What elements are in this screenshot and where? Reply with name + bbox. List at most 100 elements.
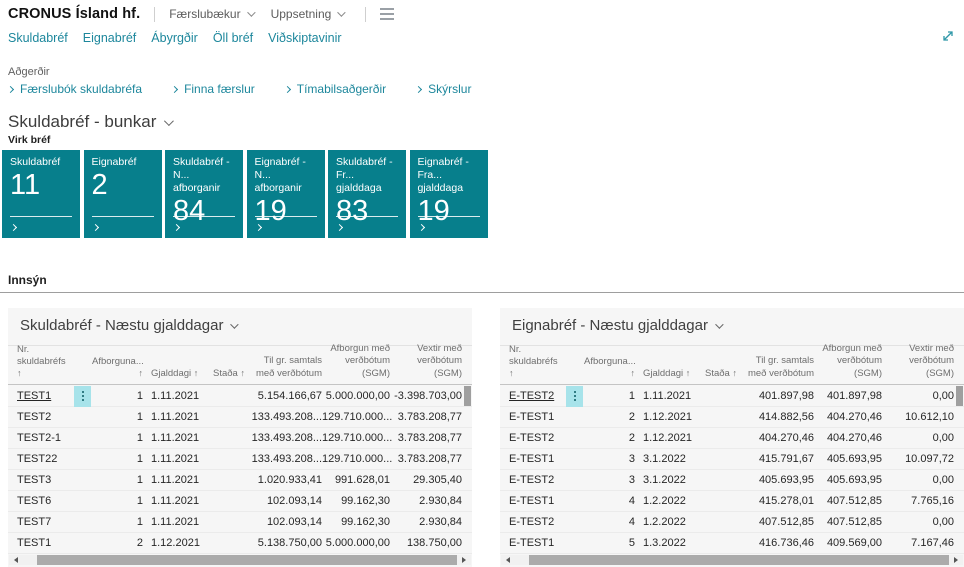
record-link[interactable]: E-TEST2 bbox=[509, 516, 554, 528]
table-row[interactable]: E-TEST1 3 3.1.2022 415.791,67 405.693,95… bbox=[500, 449, 964, 470]
row-menu-icon[interactable] bbox=[74, 386, 91, 407]
action-link[interactable]: Færslubók skuldabréfa bbox=[8, 82, 142, 96]
scrollbar-thumb[interactable] bbox=[37, 555, 457, 565]
scroll-left-icon[interactable] bbox=[506, 557, 510, 563]
nav-link[interactable]: Viðskiptavinir bbox=[268, 31, 341, 45]
top-menu-button[interactable]: Uppsetning bbox=[271, 7, 344, 21]
table-row[interactable]: TEST2-1 1 1.11.2021 133.493.208... 129.7… bbox=[8, 428, 472, 449]
sort-arrow-icon: ↑ bbox=[732, 368, 737, 378]
record-link[interactable]: TEST2 bbox=[17, 411, 51, 423]
table-row[interactable]: TEST22 1 1.11.2021 133.493.208... 129.71… bbox=[8, 449, 472, 470]
nav-link[interactable]: Ábyrgðir bbox=[151, 31, 198, 45]
vertical-scrollbar[interactable] bbox=[956, 386, 963, 406]
cell-payment: 409.569,00 bbox=[814, 537, 882, 549]
divider bbox=[418, 216, 480, 217]
cell-due-date: 1.11.2021 bbox=[143, 453, 205, 465]
nav-link[interactable]: Eignabréf bbox=[83, 31, 137, 45]
table-row[interactable]: TEST7 1 1.11.2021 102.093,14 99.162,30 2… bbox=[8, 512, 472, 533]
nav-link[interactable]: Skuldabréf bbox=[8, 31, 68, 45]
cell-no: E-TEST1 bbox=[509, 453, 566, 465]
cell-no: E-TEST2 bbox=[509, 390, 566, 402]
column-header-principal[interactable]: Til gr. samtals með verðbótum bbox=[741, 355, 814, 380]
table-row[interactable]: E-TEST2 4 1.2.2022 407.512,85 407.512,85… bbox=[500, 512, 964, 533]
column-header-principal[interactable]: Til gr. samtals með verðbótum bbox=[249, 355, 322, 380]
table-row[interactable]: TEST1 2 1.12.2021 5.138.750,00 5.000.000… bbox=[8, 533, 472, 554]
column-header-installment[interactable]: Afborguna...↑ bbox=[584, 356, 635, 380]
column-header-status[interactable]: Staða ↑ bbox=[205, 368, 249, 380]
record-link[interactable]: E-TEST1 bbox=[509, 495, 554, 507]
column-header-payment[interactable]: Afborgun með verðbótum (SGM) bbox=[814, 343, 882, 380]
record-link[interactable]: TEST3 bbox=[17, 474, 51, 486]
column-header-interest[interactable]: Vextir með verðbótum (SGM) bbox=[882, 343, 954, 380]
table-row[interactable]: E-TEST2 2 1.12.2021 404.270,46 404.270,4… bbox=[500, 428, 964, 449]
column-header-interest[interactable]: Vextir með verðbótum (SGM) bbox=[390, 343, 462, 380]
table-row[interactable]: E-TEST1 4 1.2.2022 415.278,01 407.512,85… bbox=[500, 491, 964, 512]
vertical-scrollbar[interactable] bbox=[464, 386, 471, 406]
cell-interest: 3.783.208,77 bbox=[390, 432, 462, 444]
table-row[interactable]: TEST2 1 1.11.2021 133.493.208... 129.710… bbox=[8, 407, 472, 428]
cue-group-title[interactable]: Skuldabréf - bunkar bbox=[8, 112, 171, 132]
nav-link[interactable]: Öll bréf bbox=[213, 31, 253, 45]
record-link[interactable]: E-TEST2 bbox=[509, 474, 554, 486]
table-row[interactable]: TEST1 1 1.11.2021 5.154.166,67 5.000.000… bbox=[8, 386, 472, 407]
action-link[interactable]: Skýrslur bbox=[416, 82, 471, 96]
scroll-right-icon[interactable] bbox=[954, 557, 958, 563]
cell-principal: 5.138.750,00 bbox=[249, 537, 322, 549]
action-link[interactable]: Finna færslur bbox=[172, 82, 255, 96]
record-link[interactable]: E-TEST2 bbox=[509, 432, 554, 444]
column-header-payment[interactable]: Afborgun með verðbótum (SGM) bbox=[322, 343, 390, 380]
row-menu-icon[interactable] bbox=[566, 386, 583, 407]
hamburger-menu-icon[interactable] bbox=[380, 8, 394, 20]
top-menu-button[interactable]: Færslubækur bbox=[169, 7, 252, 21]
record-link[interactable]: TEST7 bbox=[17, 516, 51, 528]
table-row[interactable]: TEST6 1 1.11.2021 102.093,14 99.162,30 2… bbox=[8, 491, 472, 512]
column-header-status[interactable]: Staða ↑ bbox=[697, 368, 741, 380]
record-link[interactable]: E-TEST1 bbox=[509, 537, 554, 549]
column-spacer bbox=[566, 359, 584, 380]
cue-tile[interactable]: Eignabréf - Fra...gjalddaga 19 bbox=[410, 150, 488, 238]
record-link[interactable]: TEST1 bbox=[17, 537, 51, 549]
column-header-no[interactable]: Nr. skuldabréfs↑ bbox=[509, 344, 566, 380]
scroll-right-icon[interactable] bbox=[462, 557, 466, 563]
table-row[interactable]: E-TEST2 3 3.1.2022 405.693,95 405.693,95… bbox=[500, 470, 964, 491]
cell-row-menu bbox=[566, 386, 584, 407]
divider bbox=[92, 216, 154, 217]
cell-row-menu bbox=[74, 533, 92, 554]
cell-due-date: 3.1.2022 bbox=[635, 453, 697, 465]
record-link[interactable]: TEST2-1 bbox=[17, 432, 61, 444]
table-row[interactable]: TEST3 1 1.11.2021 1.020.933,41 991.628,0… bbox=[8, 470, 472, 491]
cell-principal: 133.493.208... bbox=[249, 411, 322, 423]
cell-row-menu bbox=[566, 470, 584, 491]
cue-tile[interactable]: Skuldabréf - Fr...gjalddaga 83 bbox=[328, 150, 406, 238]
cell-interest: 138.750,00 bbox=[390, 537, 462, 549]
record-link[interactable]: E-TEST1 bbox=[509, 453, 554, 465]
action-link[interactable]: Tímabilsaðgerðir bbox=[285, 82, 386, 96]
record-link[interactable]: TEST1 bbox=[17, 390, 51, 402]
table-row[interactable]: E-TEST1 2 1.12.2021 414.882,56 404.270,4… bbox=[500, 407, 964, 428]
scrollbar-thumb[interactable] bbox=[529, 555, 949, 565]
table-row[interactable]: E-TEST1 5 1.3.2022 416.736,46 409.569,00… bbox=[500, 533, 964, 554]
action-label: Tímabilsaðgerðir bbox=[297, 82, 386, 96]
column-header-due[interactable]: Gjalddagi ↑ bbox=[635, 368, 697, 380]
cell-due-date: 1.11.2021 bbox=[143, 495, 205, 507]
table-row[interactable]: E-TEST2 1 1.11.2021 401.897,98 401.897,9… bbox=[500, 386, 964, 407]
cue-tile[interactable]: Skuldabréf 11 bbox=[2, 150, 80, 238]
insight-card-title[interactable]: Eignabréf - Næstu gjalddagar bbox=[512, 317, 721, 334]
expand-icon[interactable] bbox=[940, 28, 956, 44]
record-link[interactable]: E-TEST1 bbox=[509, 411, 554, 423]
record-link[interactable]: E-TEST2 bbox=[509, 390, 554, 402]
horizontal-scrollbar[interactable] bbox=[9, 555, 471, 565]
column-header-installment[interactable]: Afborguna...↑ bbox=[92, 356, 143, 380]
cue-tile[interactable]: Eignabréf - N...afborganir 19 bbox=[247, 150, 325, 238]
cell-installment: 5 bbox=[584, 537, 635, 549]
column-header-due[interactable]: Gjalddagi ↑ bbox=[143, 368, 205, 380]
column-header-no[interactable]: Nr. skuldabréfs↑ bbox=[17, 344, 74, 380]
insight-card-title[interactable]: Skuldabréf - Næstu gjalddagar bbox=[20, 317, 236, 334]
record-link[interactable]: TEST6 bbox=[17, 495, 51, 507]
cue-tile[interactable]: Eignabréf 2 bbox=[84, 150, 162, 238]
record-link[interactable]: TEST22 bbox=[17, 453, 57, 465]
scroll-left-icon[interactable] bbox=[14, 557, 18, 563]
cue-tile[interactable]: Skuldabréf - N...afborganir 84 bbox=[165, 150, 243, 238]
cell-row-menu bbox=[566, 533, 584, 554]
horizontal-scrollbar[interactable] bbox=[501, 555, 963, 565]
